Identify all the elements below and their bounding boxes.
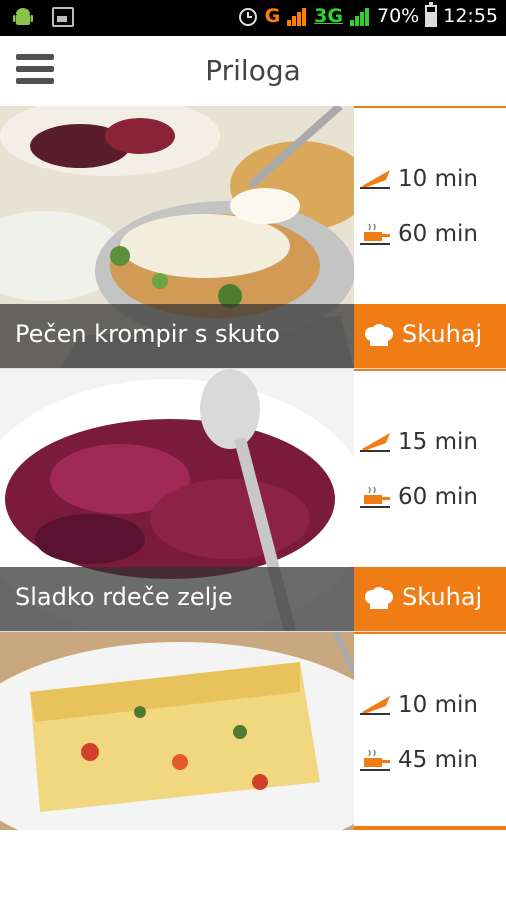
page-title: Priloga (205, 54, 301, 87)
cook-time: 60 min (398, 484, 478, 510)
prep-time-row: 10 min (360, 692, 478, 718)
network-type-3g: 3G (314, 5, 343, 27)
prep-time: 15 min (398, 429, 478, 455)
chef-hat-icon (365, 587, 393, 609)
alarm-icon (238, 8, 257, 26)
recipe-name-bar: Pečen krompir s skuto (0, 304, 354, 368)
prep-time-row: 15 min (360, 429, 478, 455)
knife-icon (360, 170, 390, 189)
recipe-card[interactable]: Sladko rdeče zelje 15 min 60 min Skuhaj (0, 369, 506, 632)
pot-icon (360, 486, 390, 508)
battery-percent: 70% (377, 5, 420, 27)
cook-button[interactable]: Skuhaj (354, 567, 506, 631)
knife-icon (360, 433, 390, 452)
signal-icon (287, 8, 307, 26)
cook-button-label: Skuhaj (402, 583, 483, 611)
card-accent-divider (354, 826, 506, 830)
app-bar: Priloga (0, 36, 506, 107)
clock: 12:55 (443, 5, 498, 27)
recipe-list: Pečen krompir s skuto 10 min 60 min Skuh… (0, 106, 506, 830)
recipe-photo-casserole[interactable] (0, 632, 354, 830)
recipe-times: 10 min 45 min (354, 632, 506, 830)
prep-time-row: 10 min (360, 166, 478, 192)
knife-icon (360, 696, 390, 715)
recipe-card[interactable]: 10 min 45 min (0, 632, 506, 830)
cook-time: 45 min (398, 747, 478, 773)
network-type-g: G (264, 5, 281, 27)
recipe-card[interactable]: Pečen krompir s skuto 10 min 60 min Skuh… (0, 106, 506, 369)
chef-hat-icon (365, 324, 393, 346)
status-bar: G 3G 70% 12:55 (0, 0, 506, 36)
recipe-name-bar: Sladko rdeče zelje (0, 567, 354, 631)
pot-icon (360, 223, 390, 245)
pot-icon (360, 749, 390, 771)
battery-icon (425, 2, 438, 27)
cook-time-row: 45 min (360, 747, 478, 773)
recipe-photo-baked-potato[interactable]: Pečen krompir s skuto (0, 106, 354, 368)
android-icon (13, 8, 33, 25)
recipe-photo-red-cabbage[interactable]: Sladko rdeče zelje (0, 369, 354, 631)
image-notification-icon (52, 7, 74, 27)
cook-button-label: Skuhaj (402, 320, 483, 348)
prep-time: 10 min (398, 692, 478, 718)
cook-time-row: 60 min (360, 221, 478, 247)
recipe-name: Sladko rdeče zelje (15, 583, 233, 611)
cook-button[interactable]: Skuhaj (354, 304, 506, 368)
cook-time: 60 min (398, 221, 478, 247)
recipe-name: Pečen krompir s skuto (15, 320, 280, 348)
prep-time: 10 min (398, 166, 478, 192)
cook-time-row: 60 min (360, 484, 478, 510)
signal-icon-3g (350, 8, 369, 26)
